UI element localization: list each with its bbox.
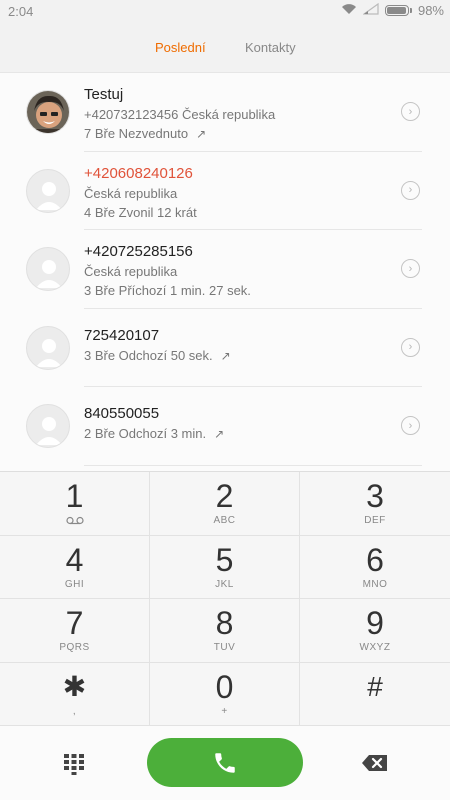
default-avatar <box>26 168 70 213</box>
status-time: 2:04 <box>8 4 34 19</box>
backspace-icon <box>362 755 387 771</box>
call-log-item[interactable]: Testuj +420732123456 Česká republika 7 B… <box>0 73 450 152</box>
tab-contacts[interactable]: Kontakty <box>245 40 296 55</box>
key-letters: TUV <box>213 642 236 653</box>
key-letters: + <box>221 705 228 717</box>
key-letters: JKL <box>215 578 234 590</box>
default-avatar <box>26 247 70 291</box>
dial-keypad: 1 2 ABC 3 DEF 4 GHI 5 JKL 6 MNO 7 PQRS 8… <box>0 471 450 726</box>
key-letters: MNO <box>362 578 388 590</box>
key-digit: 1 <box>65 478 84 514</box>
key-star[interactable]: ✱ , <box>0 662 150 726</box>
default-avatar <box>26 404 70 448</box>
call-detail: Česká republika <box>84 185 178 201</box>
chevron-right-icon: › <box>408 105 413 118</box>
call-info-button[interactable]: › <box>401 259 420 278</box>
key-digit: 0 <box>215 668 234 705</box>
call-name: +420725285156 <box>84 243 193 260</box>
call-detail: Česká republika <box>84 264 178 279</box>
call-date-status: 3 Bře Příchozí 1 min. 27 sek. <box>84 283 251 298</box>
key-8[interactable]: 8 TUV <box>150 599 300 663</box>
dialpad-toggle-button[interactable] <box>63 753 85 775</box>
key-4[interactable]: 4 GHI <box>0 535 150 599</box>
call-info-button[interactable]: › <box>401 180 420 200</box>
voicemail-icon <box>0 515 149 528</box>
key-0[interactable]: 0 + <box>150 662 300 726</box>
key-letters: , <box>72 705 77 717</box>
key-letters: PQRS <box>59 642 90 653</box>
key-digit: 8 <box>215 605 234 641</box>
call-info-button[interactable]: › <box>401 416 420 435</box>
status-bar: 2:04 98% <box>0 0 450 24</box>
key-digit: 2 <box>215 478 234 514</box>
chevron-right-icon: › <box>408 419 413 432</box>
chevron-right-icon: › <box>408 262 413 275</box>
call-info-button[interactable]: › <box>401 102 420 121</box>
call-info-button[interactable]: › <box>401 337 420 357</box>
tab-bar: Poslední Kontakty <box>0 24 450 73</box>
call-log-item[interactable]: 840550055 2 Bře Odchozí 3 min. ↗ › <box>0 387 450 466</box>
battery-percent: 98% <box>417 3 444 18</box>
chevron-right-icon: › <box>408 341 413 353</box>
call-date-status: 4 Bře Zvonil 12 krát <box>84 204 197 220</box>
key-letters: WXYZ <box>359 642 391 653</box>
call-log-item[interactable]: +420608240126 Česká republika 4 Bře Zvon… <box>0 152 450 230</box>
key-9[interactable]: 9 WXYZ <box>300 599 450 663</box>
key-digit: 9 <box>366 605 384 641</box>
outgoing-arrow-icon: ↗ <box>214 427 225 441</box>
phone-icon <box>215 752 235 773</box>
key-1[interactable]: 1 <box>0 472 150 536</box>
backspace-button[interactable] <box>361 753 389 773</box>
call-date-status: 7 Bře Nezvednuto <box>84 126 189 141</box>
contact-photo-avatar <box>26 90 70 134</box>
key-digit: 5 <box>215 541 234 578</box>
key-letters: GHI <box>64 578 85 590</box>
key-letters: ABC <box>213 515 236 526</box>
call-log-list: Testuj +420732123456 Česká republika 7 B… <box>0 73 450 471</box>
key-digit: ✱ <box>62 670 87 702</box>
key-6[interactable]: 6 MNO <box>300 536 450 599</box>
dialer-action-bar <box>0 726 450 800</box>
key-3[interactable]: 3 DEF <box>300 472 450 536</box>
battery-icon <box>384 5 409 16</box>
key-letters: DEF <box>364 515 386 526</box>
call-name: Testuj <box>84 86 124 103</box>
key-digit: 6 <box>366 541 384 578</box>
default-avatar <box>26 325 70 370</box>
call-date-status: 3 Bře Odchozí 50 sek. <box>84 347 213 363</box>
key-5[interactable]: 5 JKL <box>150 535 300 599</box>
outgoing-arrow-icon: ↗ <box>196 127 207 141</box>
key-hash[interactable]: # <box>300 663 450 726</box>
dialpad-icon <box>64 754 84 775</box>
wifi-icon <box>341 3 357 18</box>
key-7[interactable]: 7 PQRS <box>0 599 150 663</box>
key-digit: # <box>367 670 383 702</box>
call-name: 840550055 <box>84 405 160 422</box>
tab-recent[interactable]: Poslední <box>155 40 206 55</box>
key-2[interactable]: 2 ABC <box>150 472 300 536</box>
signal-icon <box>362 2 379 18</box>
outgoing-arrow-icon: ↗ <box>220 348 231 363</box>
call-name: +420608240126 <box>84 164 193 182</box>
call-log-item[interactable]: 725420107 3 Bře Odchozí 50 sek. ↗ › <box>0 309 450 387</box>
key-digit: 4 <box>65 541 84 578</box>
call-detail: +420732123456 Česká republika <box>84 107 276 122</box>
chevron-right-icon: › <box>408 184 413 196</box>
call-button[interactable] <box>147 738 303 787</box>
call-date-status: 2 Bře Odchozí 3 min. <box>84 426 207 441</box>
key-digit: 3 <box>366 478 384 514</box>
call-name: 725420107 <box>84 326 160 344</box>
key-digit: 7 <box>65 605 84 641</box>
call-log-item[interactable]: +420725285156 Česká republika 3 Bře Příc… <box>0 230 450 309</box>
